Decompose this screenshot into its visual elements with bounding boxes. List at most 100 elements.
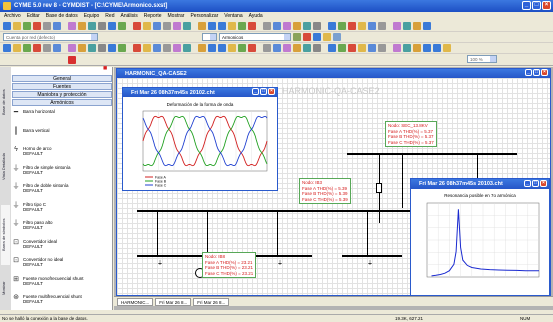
toolbar3-button-19[interactable]	[208, 44, 216, 52]
toolbar3-button-24[interactable]	[263, 44, 271, 52]
toolbar3-button-21[interactable]	[228, 44, 236, 52]
nav-switching[interactable]: Maniobra y protección	[12, 91, 112, 98]
toolbar3-button-33[interactable]	[358, 44, 366, 52]
toolbar1-button-18[interactable]	[198, 22, 206, 30]
toolbar1-button-8[interactable]	[88, 22, 96, 30]
toolbar3-button-27[interactable]	[293, 44, 301, 52]
library-item-1[interactable]: ┃ Barra vertical	[12, 128, 112, 142]
toolbar1-button-12[interactable]	[133, 22, 141, 30]
toolbar1-button-0[interactable]	[3, 22, 11, 30]
toolbar3-button-20[interactable]	[218, 44, 226, 52]
toolbar3-button-4[interactable]	[43, 44, 51, 52]
bus-load-3[interactable]	[252, 255, 312, 257]
toolbar3-button-22[interactable]	[238, 44, 246, 52]
toolbar3-button-34[interactable]	[368, 44, 376, 52]
menu-item-1[interactable]: Editar	[27, 13, 40, 19]
toolbar3-button-0[interactable]	[3, 44, 11, 52]
toolbar3-button-11[interactable]	[118, 44, 126, 52]
line-load-3[interactable]	[277, 210, 278, 255]
tab-database[interactable]: Base de datos	[1, 77, 10, 127]
bus-load-1[interactable]	[137, 255, 187, 257]
menu-item-10[interactable]: Ayuda	[249, 13, 263, 19]
run-icon[interactable]	[313, 33, 321, 41]
pin-icon[interactable]: ■	[103, 65, 110, 73]
menu-item-9[interactable]: Ventana	[224, 13, 242, 19]
toolbar3-button-16[interactable]	[173, 44, 181, 52]
nav-harmonics[interactable]: Armónicos	[12, 99, 112, 106]
toolbar1-button-27[interactable]	[293, 22, 301, 30]
toolbar1-button-17[interactable]	[183, 22, 191, 30]
toolbar1-button-33[interactable]	[358, 22, 366, 30]
toolbar1-button-35[interactable]	[378, 22, 386, 30]
bus-main[interactable]	[137, 210, 427, 212]
toolbar3-button-13[interactable]	[143, 44, 151, 52]
toolbar1-button-23[interactable]	[248, 22, 256, 30]
toolbar3-button-25[interactable]	[273, 44, 281, 52]
menu-item-7[interactable]: Mostrar	[168, 13, 185, 19]
toolbar3-button-1[interactable]	[13, 44, 21, 52]
waveform-maximize-button[interactable]: □	[260, 88, 267, 95]
stop-icon[interactable]	[68, 56, 76, 64]
task-diagram[interactable]: HARMONIC...	[117, 297, 154, 306]
toolbar1-button-4[interactable]	[43, 22, 51, 30]
toolbar3-button-41[interactable]	[443, 44, 451, 52]
load-symbol-3[interactable]: ⏚	[277, 258, 283, 267]
toolbar1-button-13[interactable]	[143, 22, 151, 30]
maximize-button[interactable]: □	[532, 1, 541, 10]
toolbar1-button-3[interactable]	[33, 22, 41, 30]
library-item-6[interactable]: ⏚ Filtro paso alto DEFAULT	[12, 220, 112, 234]
toolbar1-button-31[interactable]	[338, 22, 346, 30]
grid-icon[interactable]	[333, 33, 341, 41]
menu-item-2[interactable]: Base de datos	[46, 13, 78, 19]
toolbar1-button-19[interactable]	[208, 22, 216, 30]
library-item-2[interactable]: ϟ Horno de arco DEFAULT	[12, 146, 112, 160]
network-combo[interactable]: Cuenta por red (defecto)	[3, 33, 98, 41]
toolbar3-button-3[interactable]	[33, 44, 41, 52]
toolbar1-button-37[interactable]	[403, 22, 411, 30]
close-button[interactable]: ×	[542, 1, 551, 10]
library-item-10[interactable]: ⊛ Fuente multifrecuencial shunt DEFAULT	[12, 294, 112, 308]
waveform-close-button[interactable]: ×	[268, 88, 275, 95]
toolbar1-button-10[interactable]	[108, 22, 116, 30]
toolbar3-button-35[interactable]	[378, 44, 386, 52]
zoom-combo[interactable]: 100 %	[467, 55, 497, 63]
nav-sources[interactable]: Fuentes	[12, 83, 112, 90]
toolbar1-button-11[interactable]	[118, 22, 126, 30]
toolbar1-button-36[interactable]	[393, 22, 401, 30]
toolbar1-button-25[interactable]	[273, 22, 281, 30]
task-chart-2[interactable]: Fri Mar 26 8...	[193, 297, 230, 306]
toolbar1-button-9[interactable]	[98, 22, 106, 30]
toolbar1-button-7[interactable]	[78, 22, 86, 30]
analysis-combo[interactable]: Armonicos	[219, 33, 291, 41]
library-item-9[interactable]: ⊞ Fuente monofrecuencial shunt DEFAULT	[12, 276, 112, 290]
line-load-4[interactable]	[367, 210, 368, 255]
line-load-1[interactable]	[157, 210, 158, 255]
bus-load-4[interactable]	[342, 255, 402, 257]
annotation-ib8[interactable]: Nodo: IB8 Fase A THD(%) = 23.21 Fase B THD…	[202, 252, 257, 278]
minimize-button[interactable]: _	[522, 1, 531, 10]
task-chart-1[interactable]: Fri Mar 26 8...	[155, 297, 192, 306]
toolbar3-button-8[interactable]	[88, 44, 96, 52]
filter-icon[interactable]	[293, 33, 301, 41]
toolbar1-button-20[interactable]	[218, 22, 226, 30]
menu-item-6[interactable]: Reporte	[144, 13, 162, 19]
toolbar3-button-37[interactable]	[403, 44, 411, 52]
toolbar1-button-29[interactable]	[313, 22, 321, 30]
toolbar1-button-24[interactable]	[263, 22, 271, 30]
toolbar1-button-39[interactable]	[423, 22, 431, 30]
toolbar3-button-2[interactable]	[23, 44, 31, 52]
toolbar1-button-38[interactable]	[413, 22, 421, 30]
nav-general[interactable]: General	[12, 75, 112, 82]
toolbar3-button-15[interactable]	[163, 44, 171, 52]
toolbar3-button-18[interactable]	[198, 44, 206, 52]
toolbar3-button-38[interactable]	[413, 44, 421, 52]
toolbar3-button-26[interactable]	[283, 44, 291, 52]
toolbar3-button-17[interactable]	[183, 44, 191, 52]
toolbar3-button-39[interactable]	[423, 44, 431, 52]
library-item-4[interactable]: ⏚ Filtro de doble sintonía DEFAULT	[12, 183, 112, 197]
toolbar1-button-30[interactable]	[328, 22, 336, 30]
library-item-8[interactable]: ⊡ Convertidor no ideal DEFAULT	[12, 257, 112, 271]
menu-item-3[interactable]: Equipo	[84, 13, 100, 19]
toolbar1-button-6[interactable]	[68, 22, 76, 30]
toolbar3-button-32[interactable]	[348, 44, 356, 52]
